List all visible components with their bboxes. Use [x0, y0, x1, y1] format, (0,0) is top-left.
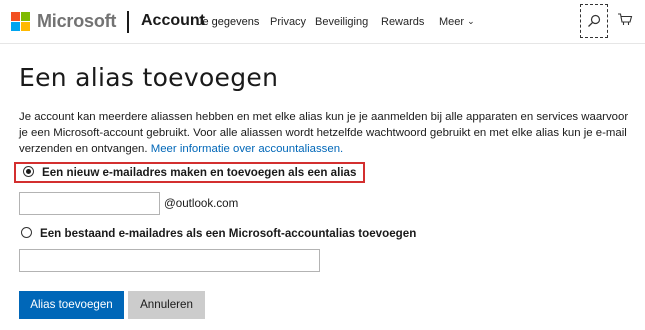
nav-meer-label: Meer	[439, 16, 465, 28]
page-title: Een alias toevoegen	[19, 63, 279, 92]
header-divider	[127, 11, 129, 33]
nav-privacy[interactable]: Privacy	[270, 16, 306, 28]
microsoft-logo-icon[interactable]	[11, 12, 31, 32]
nav-beveiliging[interactable]: Beveiliging	[315, 16, 368, 28]
top-header: Microsoft Account Je gegevens Privacy Be…	[0, 0, 645, 44]
chevron-down-icon: ⌄	[467, 16, 475, 26]
option-new-email-label: Een nieuw e-mailadres maken en toevoegen…	[42, 166, 357, 179]
nav-je-gegevens[interactable]: Je gegevens	[197, 16, 259, 28]
option-new-email-radio[interactable]: Een nieuw e-mailadres maken en toevoegen…	[14, 162, 366, 183]
cart-icon[interactable]	[617, 12, 633, 28]
radio-selected-icon[interactable]	[23, 166, 34, 178]
option-existing-email-radio[interactable]: Een bestaand e-mailadres als een Microso…	[21, 225, 416, 242]
brand-name[interactable]: Microsoft	[37, 11, 116, 32]
search-icon	[588, 14, 601, 27]
cancel-button[interactable]: Annuleren	[128, 291, 205, 319]
add-alias-button[interactable]: Alias toevoegen	[19, 291, 124, 319]
nav-rewards[interactable]: Rewards	[381, 16, 424, 28]
learn-more-link[interactable]: Meer informatie over accountaliassen.	[151, 143, 343, 155]
option-existing-email-label: Een bestaand e-mailadres als een Microso…	[40, 227, 417, 240]
nav-meer[interactable]: Meer ⌄	[439, 16, 475, 28]
radio-unselected-icon[interactable]	[21, 227, 32, 239]
search-button[interactable]	[580, 4, 608, 38]
section-title[interactable]: Account	[141, 12, 205, 30]
domain-suffix: @outlook.com	[164, 197, 239, 210]
existing-email-input[interactable]	[19, 249, 320, 272]
new-alias-input[interactable]	[19, 192, 160, 215]
intro-text: Je account kan meerdere aliassen hebben …	[19, 109, 639, 157]
